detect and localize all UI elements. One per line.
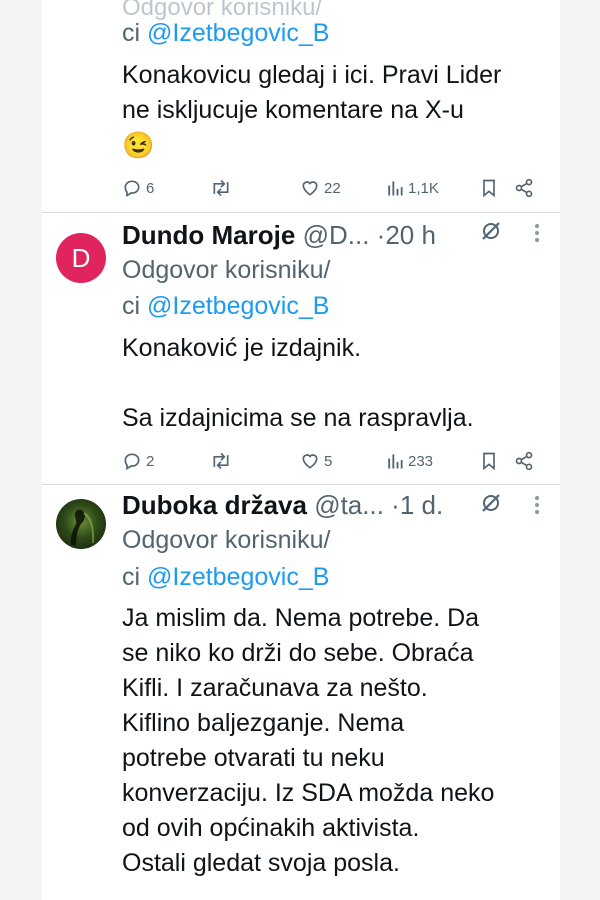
grok-icon[interactable] [480,219,502,250]
avatar[interactable]: D [56,233,106,283]
like-button[interactable]: 22 [300,174,341,202]
text-line: Konaković je izdajnik. [122,334,362,362]
text-line: Ja mislim da. Nema potrebe. Da [122,604,480,632]
like-count: 22 [324,179,341,197]
tweet-2[interactable]: D Dundo Maroje @D... ·20 h Odgovor koris… [42,213,560,485]
text-line: potrebe otvarati tu neku [122,744,385,772]
bookmark-icon [480,451,498,471]
text-line: Ostali gledat svoja posla. [122,849,400,877]
user-handle[interactable]: @D... [303,220,370,250]
action-bar: 2 5 233 [122,447,542,475]
reply-count: 2 [146,452,155,470]
reply-to-label: Odgovor korisniku/ [122,256,331,284]
reply-count: 6 [146,179,155,197]
avatar-photo [70,509,95,545]
avatar[interactable] [56,499,106,549]
bookmark-button[interactable] [480,174,498,202]
reply-to-handle-line: ci @Izetbegovic_B [122,289,329,324]
tweet-text: Konaković je izdajnik. Sa izdajnicima se… [122,331,542,436]
tweet-3[interactable]: Duboka država @ta... ·1 d. Odgovor koris… [42,485,560,900]
mention-link[interactable]: @Izetbegovic_B [147,563,329,591]
reply-prefix: ci [122,563,147,591]
text-line: Kifli. I zaračunava za nešto. [122,674,428,702]
reply-to-handle-line: ci @Izetbegovic_B [122,16,329,51]
like-button[interactable]: 5 [300,447,332,475]
share-icon [514,451,534,471]
reply-button[interactable]: 6 [122,174,154,202]
reply-icon [122,451,142,471]
timestamp[interactable]: 20 h [385,220,436,250]
view-count: 1,1K [408,179,439,197]
user-handle[interactable]: @ta... [314,490,384,520]
grok-icon[interactable] [480,491,502,522]
action-bar: 6 22 1,1K [122,174,542,202]
separator-dot: · [391,490,400,520]
share-icon [514,178,534,198]
share-button[interactable] [514,174,534,202]
wink-emoji: 😉 [122,130,155,160]
timestamp[interactable]: 1 d. [400,490,443,520]
tweet-1[interactable]: Odgovor korisniku/ ci @Izetbegovic_B Kon… [42,0,560,212]
tweet-text: Ja mislim da. Nema potrebe. Da se niko k… [122,601,542,881]
bookmark-button[interactable] [480,447,498,475]
reply-to-label: Odgovor korisniku/ [122,526,331,554]
timeline: Odgovor korisniku/ ci @Izetbegovic_B Kon… [42,0,560,900]
bookmark-icon [480,178,498,198]
more-icon[interactable] [534,223,540,249]
reply-prefix: ci [122,292,147,320]
text-line: konverzaciju. Iz SDA možda neko [122,779,495,807]
text-line: od ovih općinakih aktivista. [122,814,420,842]
display-name[interactable]: Duboka država [122,490,307,520]
heart-icon [300,178,320,198]
heart-icon [300,451,320,471]
text-line: Konakovicu gledaj i ici. Pravi Lider [122,61,502,89]
repost-button[interactable] [210,174,232,202]
text-line: se niko ko drži do sebe. Obraća [122,639,474,667]
reply-prefix: ci [122,19,147,47]
share-button[interactable] [514,447,534,475]
reply-icon [122,178,142,198]
mention-link[interactable]: @Izetbegovic_B [147,292,329,320]
avatar-letter: D [71,242,91,273]
more-icon[interactable] [534,495,540,521]
views-button[interactable]: 1,1K [386,174,439,202]
reply-to-handle-line: ci @Izetbegovic_B [122,560,329,595]
repost-button[interactable] [210,447,232,475]
like-count: 5 [324,452,333,470]
text-line: Sa izdajnicima se na raspravlja. [122,404,474,432]
repost-icon [210,451,232,471]
views-button[interactable]: 233 [386,447,433,475]
repost-icon [210,178,232,198]
tweet-text: Konakovicu gledaj i ici. Pravi Lider ne … [122,58,542,163]
text-line: ne iskljucuje komentare na X-u [122,96,464,124]
view-count: 233 [408,452,434,470]
reply-button[interactable]: 2 [122,447,154,475]
views-icon [386,178,404,198]
mention-link[interactable]: @Izetbegovic_B [147,19,329,47]
views-icon [386,451,404,471]
display-name[interactable]: Dundo Maroje [122,220,295,250]
text-line: Kiflino baljezganje. Nema [122,709,405,737]
